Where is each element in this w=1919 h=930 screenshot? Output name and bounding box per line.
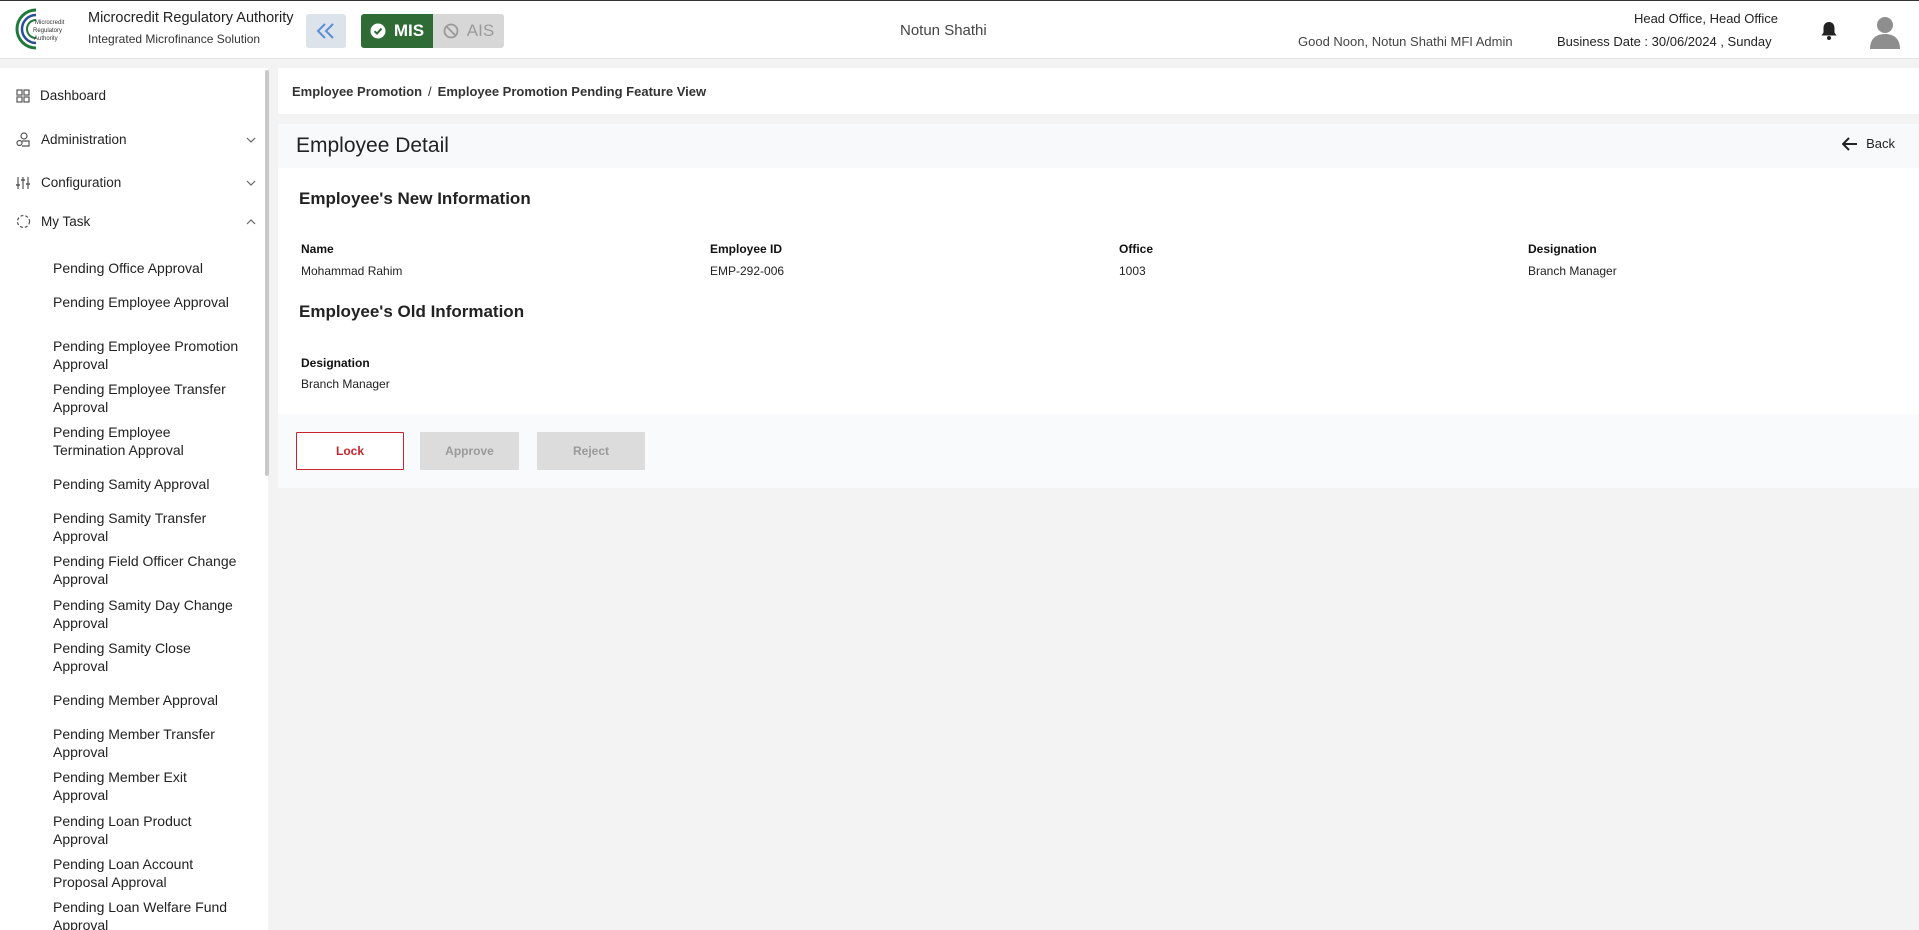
sidebar-item-label: Administration [41, 132, 127, 147]
mis-toggle-button[interactable]: MIS [361, 14, 433, 48]
arrow-left-icon [1842, 136, 1858, 151]
chevron-up-icon [246, 218, 256, 224]
new-info-heading: Employee's New Information [299, 189, 531, 208]
office-label: Office [1119, 242, 1154, 256]
task-icon [16, 214, 31, 229]
sidebar-item-label: Dashboard [40, 88, 107, 103]
reject-button[interactable]: Reject [537, 432, 645, 470]
brand-subtitle: Integrated Microfinance Solution [88, 32, 261, 46]
ais-toggle-button[interactable]: AIS [433, 14, 504, 48]
old-designation-value: Branch Manager [301, 377, 390, 391]
svg-text:Microcredit: Microcredit [35, 20, 65, 26]
chevron-down-icon [246, 180, 256, 186]
sliders-icon [16, 176, 30, 189]
check-circle-icon [370, 23, 386, 39]
chevron-down-icon [246, 137, 256, 143]
sidebar-scrollbar[interactable] [265, 70, 269, 476]
top-header: Microcredit Regulatory Authority Microcr… [0, 0, 1919, 59]
grid-icon [16, 88, 30, 103]
sidebar-subitem[interactable]: Pending Employee Transfer Approval [53, 380, 243, 416]
card-header: Employee Detail Back [278, 124, 1919, 168]
employee-detail-card: Employee Detail Back Employee's New Info… [278, 124, 1919, 488]
sidebar-subitem[interactable]: Pending Loan Welfare Fund Approval [53, 898, 243, 930]
ais-label: AIS [466, 21, 495, 40]
name-label: Name [301, 242, 334, 256]
employee-id-label: Employee ID [710, 242, 783, 256]
breadcrumb-parent-link[interactable]: Employee Promotion [292, 84, 422, 99]
svg-text:Regulatory: Regulatory [33, 28, 62, 34]
sidebar-item-my-task[interactable]: My Task [16, 214, 256, 229]
sidebar-subitem[interactable]: Pending Loan Product Approval [53, 812, 243, 848]
name-value: Mohammad Rahim [301, 264, 403, 278]
ban-icon [443, 23, 459, 39]
sidebar-item-label: My Task [41, 214, 91, 229]
sidebar-item-label: Configuration [41, 175, 122, 190]
approve-button[interactable]: Approve [420, 432, 519, 470]
sidebar-subitem[interactable]: Pending Samity Day Change Approval [53, 596, 243, 632]
brand-title: Microcredit Regulatory Authority [88, 10, 294, 26]
office-name: Head Office, Head Office [1633, 11, 1778, 26]
business-date: Business Date : 30/06/2024 , Sunday [1557, 34, 1772, 49]
sidebar: Dashboard Administration Configuration M… [0, 68, 268, 930]
sidebar-item-configuration[interactable]: Configuration [16, 175, 256, 190]
organization-name: Notun Shathi [900, 22, 987, 39]
sidebar-subitem[interactable]: Pending Samity Transfer Approval [53, 509, 243, 545]
user-avatar-icon[interactable] [1869, 15, 1901, 49]
page-title: Employee Detail [296, 134, 449, 157]
breadcrumb-separator: / [428, 83, 432, 99]
sidebar-subitem[interactable]: Pending Member Approval [53, 691, 243, 709]
new-designation-label: Designation [1528, 242, 1597, 256]
old-designation-label: Designation [301, 356, 370, 370]
sidebar-subitem[interactable]: Pending Samity Approval [53, 475, 243, 493]
sidebar-subitem[interactable]: Pending Loan Account Proposal Approval [53, 855, 243, 891]
bell-icon[interactable] [1820, 21, 1838, 41]
mra-logo: Microcredit Regulatory Authority [15, 8, 65, 50]
sidebar-subitem[interactable]: Pending Employee Promotion Approval [53, 337, 243, 373]
sidebar-subitem[interactable]: Pending Member Exit Approval [53, 768, 243, 804]
svg-text:Authority: Authority [34, 36, 58, 42]
breadcrumb: Employee Promotion / Employee Promotion … [278, 68, 1919, 114]
collapse-sidebar-button[interactable] [306, 14, 346, 48]
sidebar-subitem[interactable]: Pending Member Transfer Approval [53, 725, 243, 761]
back-label: Back [1866, 136, 1895, 151]
sidebar-subitem[interactable]: Pending Employee Termination Approval [53, 423, 243, 459]
new-designation-value: Branch Manager [1528, 264, 1617, 278]
sidebar-subitem[interactable]: Pending Office Approval [53, 259, 243, 277]
greeting-text: Good Noon, Notun Shathi MFI Admin [1298, 34, 1513, 49]
employee-id-value: EMP-292-006 [710, 264, 785, 278]
admin-icon [16, 132, 30, 147]
sidebar-subitem[interactable]: Pending Samity Close Approval [53, 639, 243, 675]
old-info-heading: Employee's Old Information [299, 302, 525, 321]
breadcrumb-current: Employee Promotion Pending Feature View [437, 83, 707, 99]
back-button[interactable]: Back [1842, 136, 1895, 151]
lock-button[interactable]: Lock [296, 432, 404, 470]
mis-label: MIS [393, 21, 425, 40]
sidebar-item-administration[interactable]: Administration [16, 132, 256, 147]
office-value: 1003 [1119, 264, 1146, 278]
sidebar-subitem[interactable]: Pending Field Officer Change Approval [53, 552, 243, 588]
action-bar [278, 414, 1919, 488]
module-toggle: MIS AIS [361, 14, 504, 48]
double-chevron-left-icon [316, 23, 334, 39]
sidebar-item-dashboard[interactable]: Dashboard [16, 88, 256, 103]
sidebar-subitem[interactable]: Pending Employee Approval [53, 293, 243, 311]
